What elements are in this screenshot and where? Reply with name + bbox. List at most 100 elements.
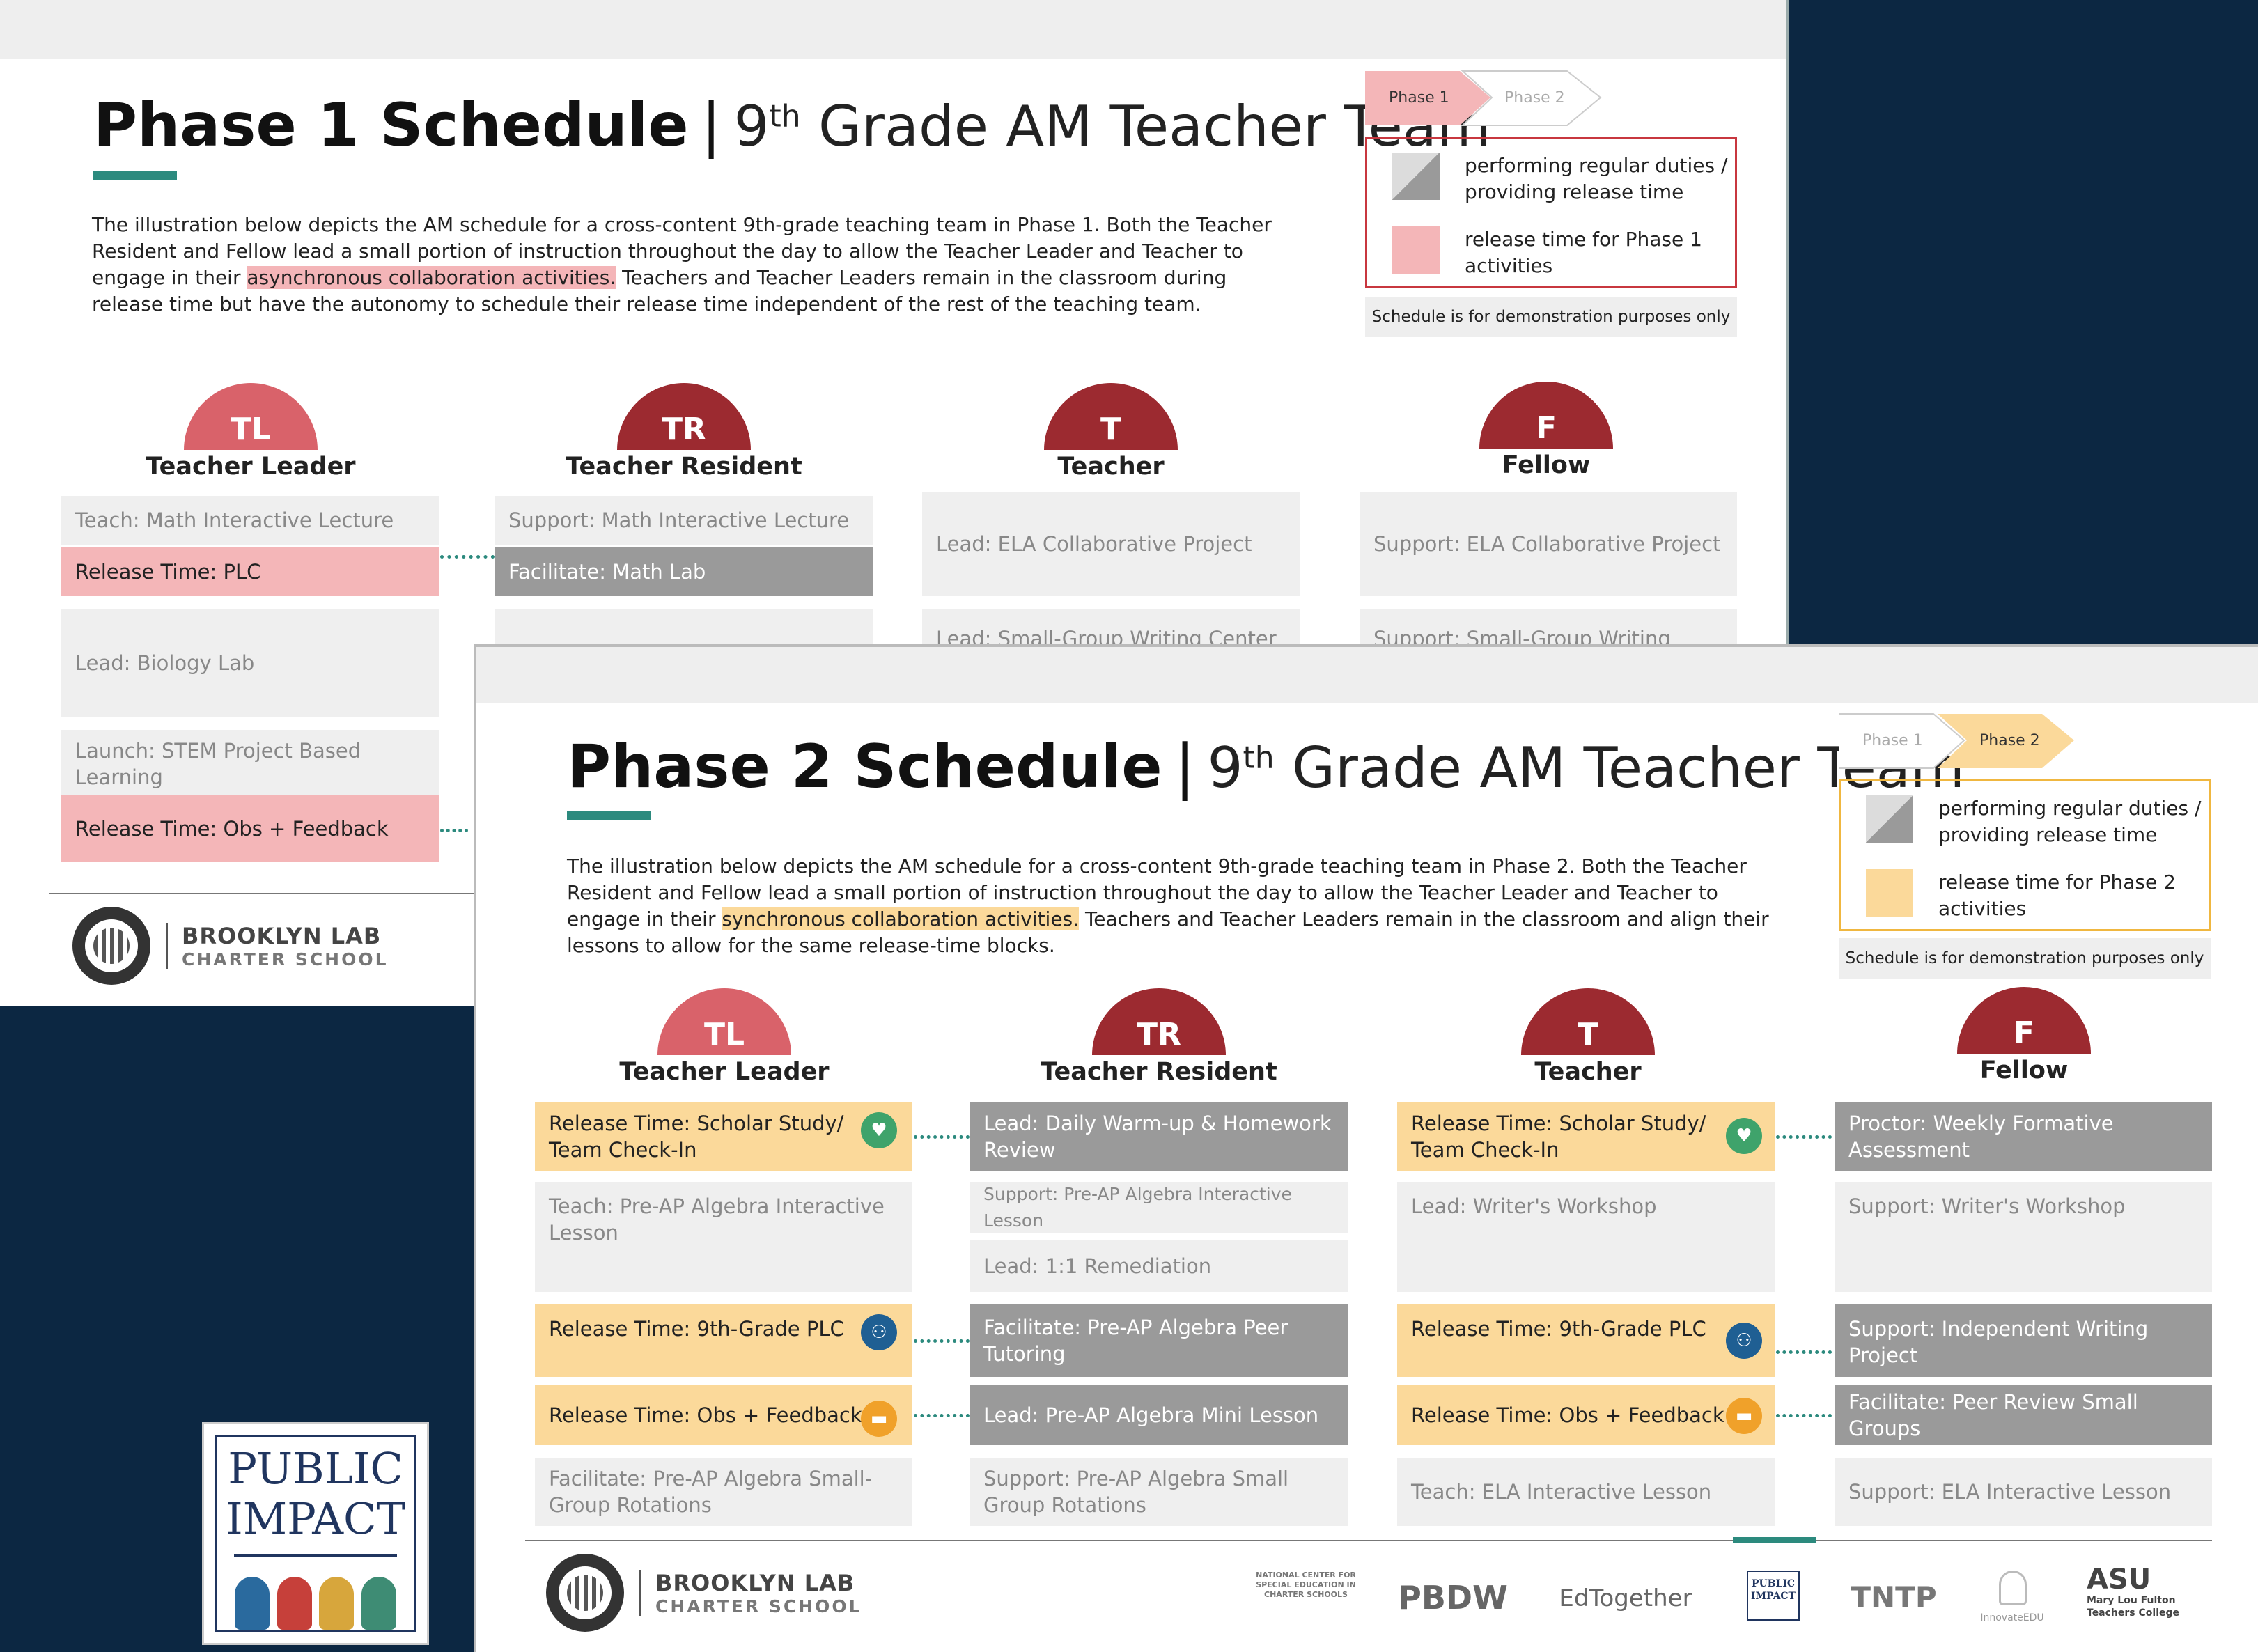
legend-regular-label: performing regular duties / providing re… [1465,154,1728,203]
schedule-cell-support: Facilitate: Peer Review Small Groups [1835,1385,2212,1445]
heart-icon: ♥ [1726,1118,1762,1154]
connector-dots [1776,1414,1832,1417]
tab-phase1-label: Phase 1 [1389,88,1449,107]
figure-green [361,1577,396,1630]
pbdw-logo: PBDW [1398,1579,1508,1616]
schedule-cell: Lead: Writer's Workshop [1397,1182,1775,1292]
figure-blue [235,1577,270,1630]
schedule-cell: Support: ELA Collaborative Project [1360,492,1737,596]
heart-icon: ♥ [861,1112,897,1148]
legend-regular-label: performing regular duties / providing re… [1938,797,2202,846]
page-title: Phase 2 Schedule | 9th Grade AM Teacher Te… [567,732,1965,802]
regular-duties-swatch [1866,795,1913,843]
footer-accent [1733,1537,1816,1543]
title-underline [93,171,177,180]
figure-gold [319,1577,355,1630]
role-header-tr: TR Teacher Resident [971,988,1347,1086]
title-grade-number: 9 [1207,735,1243,800]
tab-phase1[interactable]: Phase 1 [1839,712,1943,768]
connector-dots [1776,1135,1832,1139]
logo-line-1: BROOKLYN LAB [655,1569,855,1596]
role-header-t: T Teacher [1400,988,1776,1086]
title-grade-suffix: th [1243,740,1275,776]
schedule-cell-release: Release Time: Obs + Feedback [535,1385,912,1445]
schedule-cell: Support: Math Interactive Lecture [495,496,873,545]
schedule-cell-release: Release Time: Scholar Study/ Team Check-… [535,1102,912,1171]
gear-icon [546,1554,624,1632]
ncse-logo: NATIONAL CENTER FOR SPECIAL EDUCATION IN… [1256,1571,1356,1599]
role-header-f: F Fellow [1358,382,1734,479]
connector-dots [914,1339,970,1343]
tab-phase1[interactable]: Phase 1 [1365,70,1477,125]
title-grade-suffix: th [769,98,801,134]
lightbulb-icon [1999,1571,2027,1605]
role-header-tl: TL Teacher Leader [536,988,912,1086]
phase2-slide: Phase 2 Schedule | 9th Grade AM Teacher Te… [474,644,2258,1652]
role-badge-tr: TR [617,383,751,450]
title-bold: Phase 1 Schedule [93,91,689,160]
schedule-cell-support: Support: Independent Writing Project [1835,1304,2212,1377]
intro-paragraph: The illustration below depicts the AM sc… [92,212,1290,318]
title-underline [567,811,651,820]
intro-highlight: asynchronous collaboration activities. [247,266,616,289]
asu-logo: ASU Mary Lou Fulton Teachers College [2087,1565,2198,1619]
connector-dots [440,829,468,832]
figure-red [277,1577,312,1630]
role-name-tr: Teacher Resident [1041,1058,1277,1086]
chat-icon: ▬ [1726,1398,1762,1434]
legend-box: performing regular duties / providing re… [1365,137,1737,288]
role-badge-t: T [1044,383,1178,450]
logo-line-1: BROOKLYN LAB [182,922,382,949]
role-name-f: Fellow [1979,1057,2069,1084]
role-badge-f: F [1479,382,1613,449]
connector-dots [440,555,495,559]
schedule-cell: Support: Pre-AP Algebra Small Group Rota… [970,1458,1348,1526]
team-icon: ⚇ [861,1314,897,1350]
role-header-f: F Fellow [1836,987,2212,1084]
release-time-swatch [1866,869,1913,917]
schedule-cell-release: Release Time: 9th-Grade PLC [535,1304,912,1377]
schedule-cell-release: Release Time: Scholar Study/ Team Check-… [1397,1102,1775,1171]
slide-top-bar [0,0,1786,59]
title-bold: Phase 2 Schedule [567,732,1162,802]
role-name-t: Teacher [1057,453,1165,481]
logo-line-2: CHARTER SCHOOL [655,1596,862,1616]
tab-phase2[interactable]: Phase 2 [1956,712,2074,768]
footer-divider [525,1540,2212,1541]
schedule-cell-support: Lead: Pre-AP Algebra Mini Lesson [970,1385,1348,1445]
schedule-cell: Lead: Biology Lab [61,609,439,717]
public-impact-badge: PUBLIC IMPACT [202,1422,429,1645]
role-badge-f: F [1957,987,2091,1054]
schedule-cell-release: Release Time: Obs + Feedback [61,795,439,862]
chat-icon: ▬ [861,1401,897,1437]
role-badge-t: T [1521,988,1655,1055]
schedule-cell: Launch: STEM Project Based Learning [61,730,439,798]
schedule-cell-support: Facilitate: Pre-AP Algebra Peer Tutoring [970,1304,1348,1377]
legend-row-release: release time for Phase 2 activities [1866,869,2209,922]
connector-dots [1776,1350,1832,1354]
people-figures-icon [231,1574,400,1630]
tab-phase2-label: Phase 2 [1979,731,2040,749]
legend-row-regular: performing regular duties / providing re… [1392,153,1735,205]
tab-phase2[interactable]: Phase 2 [1481,70,1599,125]
schedule-cell-support: Proctor: Weekly Formative Assessment [1835,1102,2212,1171]
badge-frame: PUBLIC IMPACT [215,1435,416,1632]
schedule-cell-release: Release Time: PLC [61,547,439,596]
role-badge-tl: TL [657,988,791,1055]
page-title: Phase 1 Schedule | 9th Grade AM Teacher Te… [93,91,1491,160]
regular-duties-swatch [1392,153,1440,200]
brooklyn-lab-logo: BROOKLYN LAB CHARTER SCHOOL [546,1554,862,1632]
schedule-cell: Facilitate: Pre-AP Algebra Small-Group R… [535,1458,912,1526]
team-icon: ⚇ [1726,1323,1762,1359]
role-name-t: Teacher [1534,1058,1642,1086]
legend-box: performing regular duties / providing re… [1839,779,2211,931]
schedule-cell: Teach: Pre-AP Algebra Interactive Lesson [535,1182,912,1292]
badge-rule [234,1554,397,1557]
public-impact-small-logo: PUBLIC IMPACT [1747,1571,1800,1621]
role-name-tl: Teacher Leader [146,453,356,481]
role-name-tl: Teacher Leader [619,1058,830,1086]
asu-mark: ASU [2087,1564,2151,1596]
demo-note: Schedule is for demonstration purposes o… [1365,297,1737,337]
brooklyn-lab-logo: BROOKLYN LAB CHARTER SCHOOL [72,907,389,985]
tab-phase1-label: Phase 1 [1862,731,1923,749]
